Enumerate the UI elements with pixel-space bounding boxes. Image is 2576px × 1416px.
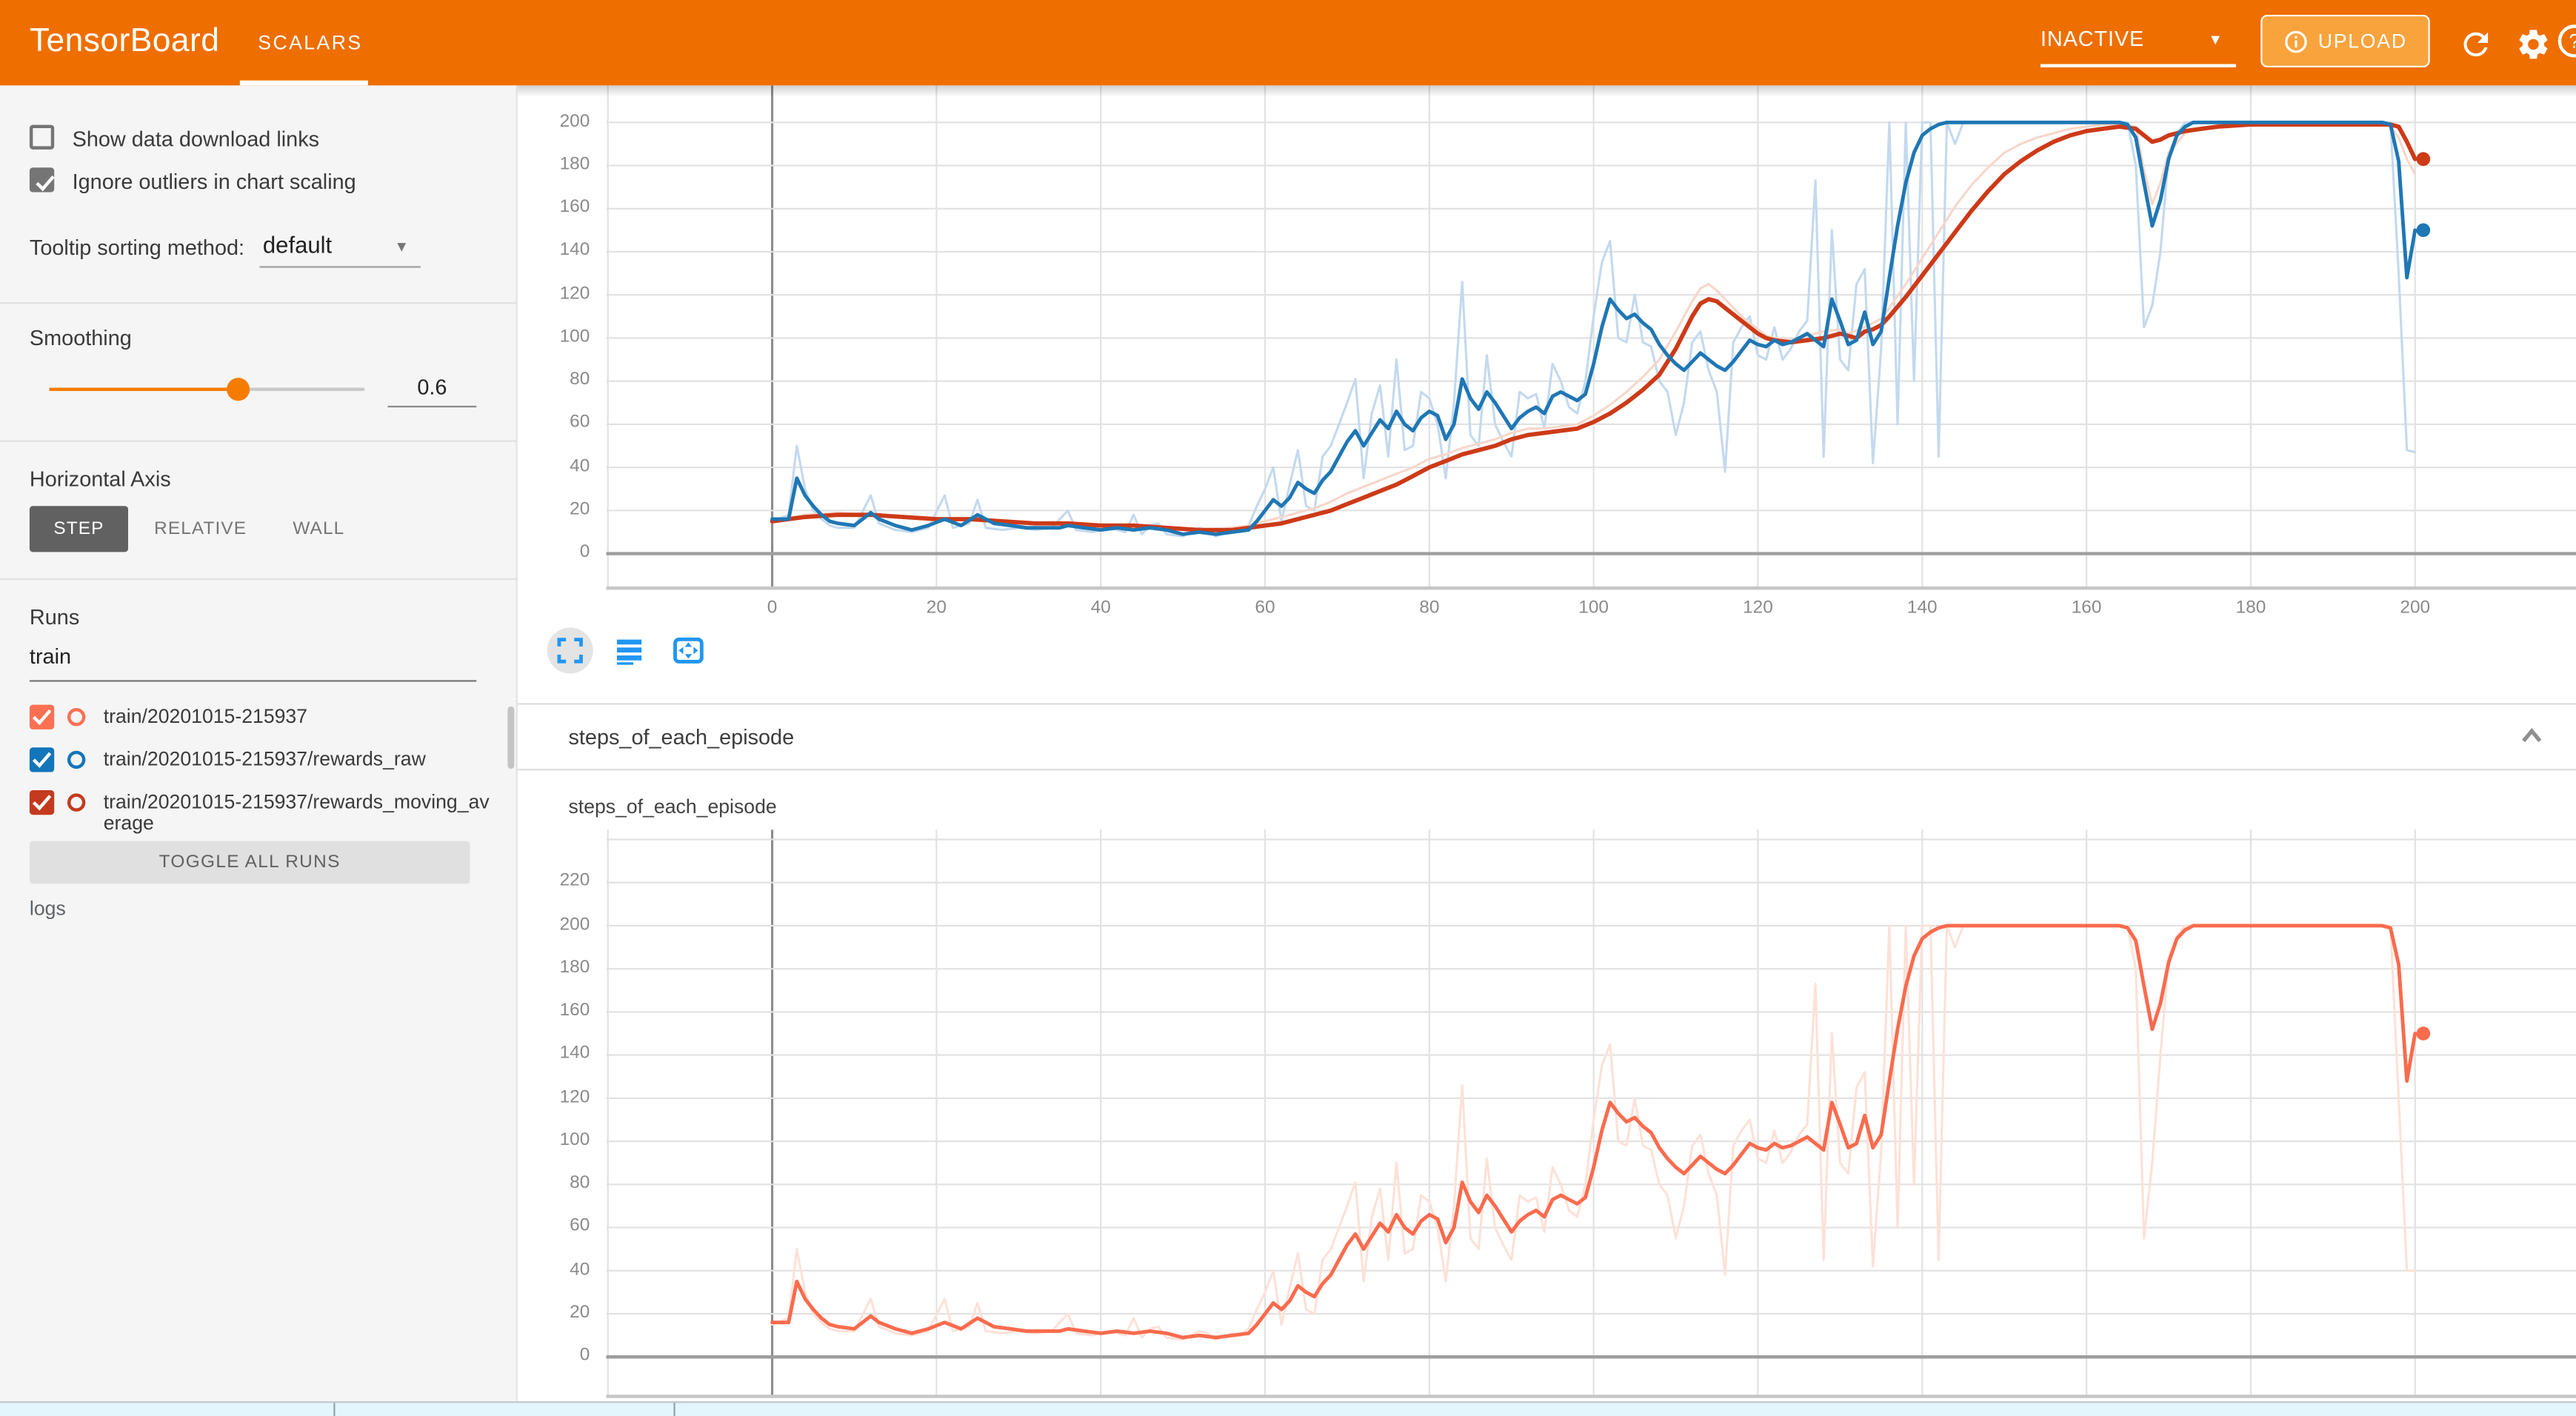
log-scale-button[interactable] <box>607 627 653 673</box>
chart-toolbar <box>547 626 712 675</box>
run-checkbox[interactable] <box>30 747 54 772</box>
settings-gear-button[interactable] <box>2515 26 2552 62</box>
smoothing-label: Smoothing <box>30 325 132 350</box>
smoothing-slider-fill <box>50 387 238 390</box>
upload-button[interactable]: UPLOAD <box>2260 15 2429 67</box>
run-checkbox[interactable] <box>30 705 54 729</box>
smoothing-value-input[interactable]: 0.6 <box>387 375 476 399</box>
sidebar-scrollbar[interactable] <box>507 707 514 769</box>
smoothing-slider[interactable] <box>50 387 365 390</box>
status-dropdown-underline <box>2041 64 2236 67</box>
smoothing-value-underline <box>387 406 476 407</box>
bottom-strip <box>0 1401 2576 1416</box>
run-label: train/20201015-215937/rewards_raw <box>104 749 490 770</box>
tooltip-sorting-dropdown[interactable]: default <box>263 232 332 258</box>
runs-filter-underline <box>30 680 476 681</box>
status-dropdown[interactable]: INACTIVE <box>2041 26 2144 50</box>
x-axis-tick-label: 140 <box>1889 598 1955 618</box>
expand-chart-button[interactable] <box>547 627 593 673</box>
divider <box>0 440 518 441</box>
check-icon <box>33 173 57 194</box>
axis-step-button[interactable]: STEP <box>30 506 128 552</box>
x-axis-tick-label: 100 <box>1561 598 1626 618</box>
upload-button-label: UPLOAD <box>2318 30 2407 53</box>
run-color-swatch <box>67 708 85 726</box>
x-axis-tick-label: 180 <box>2218 598 2284 618</box>
axis-wall-button[interactable]: WALL <box>289 506 348 552</box>
app-title: TensorBoard <box>30 23 219 61</box>
run-row[interactable]: train/20201015-215937/rewards_moving_ave… <box>0 790 518 840</box>
x-axis-tick-label: 60 <box>1232 598 1298 618</box>
info-icon <box>2283 29 2308 53</box>
x-axis-tick-label: 40 <box>1068 598 1134 618</box>
logs-label: logs <box>30 897 66 920</box>
refresh-button[interactable] <box>2457 26 2494 62</box>
toggle-all-runs-button[interactable]: TOGGLE ALL RUNS <box>30 841 470 884</box>
steps-chart[interactable] <box>518 829 2576 1416</box>
lines-icon <box>613 634 645 667</box>
chevron-down-icon[interactable]: ▼ <box>2208 31 2223 47</box>
check-icon <box>30 792 54 813</box>
tab-scalars[interactable]: SCALARS <box>258 31 362 54</box>
section-header-steps-of-each-episode[interactable]: steps_of_each_episode <box>518 705 2576 771</box>
tooltip-sorting-label: Tooltip sorting method: <box>30 235 244 259</box>
fit-data-icon <box>670 632 707 669</box>
help-icon[interactable]: ? <box>2558 24 2576 57</box>
rewards-chart-x-axis: 0 20 40 60 80 100 120 140 160 180 200 <box>518 598 2576 621</box>
rewards-chart[interactable] <box>518 85 2576 595</box>
tab-active-indicator <box>240 81 368 86</box>
fit-domain-button[interactable] <box>665 627 711 673</box>
run-color-swatch <box>67 793 85 811</box>
check-icon <box>30 707 54 728</box>
x-axis-tick-label: 120 <box>1725 598 1791 618</box>
smoothing-slider-knob[interactable] <box>227 378 250 401</box>
run-checkbox[interactable] <box>30 790 54 815</box>
tensorboard-app: TensorBoard SCALARS INACTIVE ▼ UPLOAD ? … <box>0 0 2576 1416</box>
divider <box>0 302 518 304</box>
chevron-down-icon[interactable]: ▼ <box>394 238 409 255</box>
strip-tick <box>333 1403 335 1416</box>
horizontal-axis-label: Horizontal Axis <box>30 467 171 491</box>
x-axis-tick-label: 160 <box>2054 598 2120 618</box>
run-label: train/20201015-215937/rewards_moving_ave… <box>104 792 490 835</box>
x-axis-tick-label: 200 <box>2382 598 2448 618</box>
scalars-dashboard: 0 20 40 60 80 100 120 140 160 180 200 0 20 40 60 80 100… <box>518 85 2576 1416</box>
section-title: steps_of_each_episode <box>568 724 794 749</box>
settings-sidebar: Show data download links Ignore outliers… <box>0 85 518 1416</box>
ignore-outliers-label: Ignore outliers in chart scaling <box>73 169 356 193</box>
app-header: TensorBoard SCALARS INACTIVE ▼ UPLOAD ? <box>0 0 2576 85</box>
run-color-swatch <box>67 751 85 769</box>
chevron-up-icon <box>2517 721 2546 751</box>
tooltip-sorting-underline <box>259 266 420 267</box>
x-axis-tick-label: 80 <box>1396 598 1462 618</box>
x-axis-tick-label: 20 <box>904 598 970 618</box>
run-row[interactable]: train/20201015-215937 <box>0 705 518 738</box>
axis-relative-button[interactable]: RELATIVE <box>156 506 245 552</box>
fullscreen-icon <box>554 634 587 667</box>
collapse-section-button[interactable] <box>2517 721 2549 754</box>
runs-label: Runs <box>30 604 79 629</box>
run-label: train/20201015-215937 <box>104 707 490 728</box>
chart-card-title: steps_of_each_episode <box>568 795 776 818</box>
runs-filter-input[interactable] <box>30 644 476 669</box>
show-download-links-checkbox[interactable] <box>30 125 54 150</box>
strip-tick <box>673 1403 675 1416</box>
ignore-outliers-checkbox[interactable] <box>30 167 54 192</box>
check-icon <box>30 749 54 770</box>
x-axis-tick-label: 0 <box>739 598 805 618</box>
run-row[interactable]: train/20201015-215937/rewards_raw <box>0 747 518 780</box>
show-download-links-label: Show data download links <box>73 127 319 151</box>
divider <box>0 578 518 580</box>
